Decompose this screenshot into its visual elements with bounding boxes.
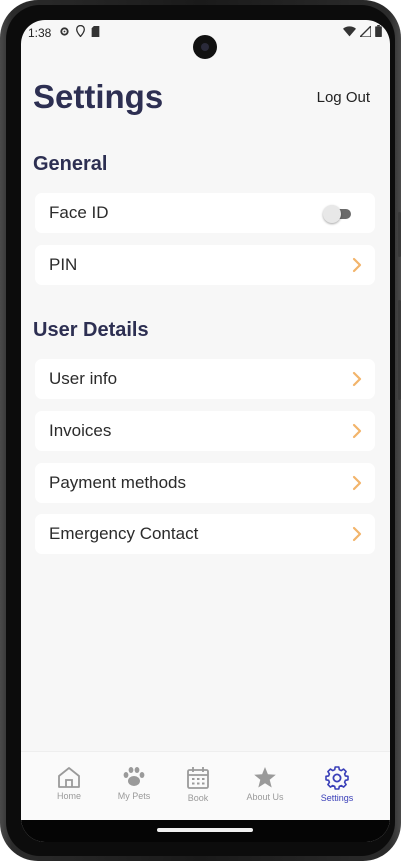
- user-info-row[interactable]: User info: [35, 359, 375, 399]
- tab-about-us-label: About Us: [246, 792, 284, 802]
- front-camera: [193, 35, 217, 59]
- toggle-knob: [323, 205, 341, 223]
- paw-icon: [123, 767, 145, 786]
- chevron-right-icon: [352, 257, 362, 273]
- tab-home-label: Home: [56, 791, 81, 801]
- status-time: 1:38: [28, 26, 52, 40]
- screen: 1:38 Settings Log Out General Face ID PI…: [21, 20, 390, 842]
- system-nav-area: [21, 820, 390, 842]
- section-title-general: General: [33, 153, 108, 175]
- logout-button[interactable]: Log Out: [317, 89, 370, 106]
- tab-home[interactable]: Home: [39, 766, 99, 801]
- face-id-toggle[interactable]: [323, 205, 353, 223]
- tab-book-label: Book: [187, 793, 209, 803]
- emergency-contact-row[interactable]: Emergency Contact: [35, 514, 375, 554]
- user-info-label: User info: [49, 369, 118, 388]
- tab-my-pets[interactable]: My Pets: [104, 766, 164, 801]
- status-icons-left: [59, 25, 100, 37]
- tab-settings-label: Settings: [320, 793, 354, 803]
- gear-icon: [325, 766, 349, 790]
- home-icon: [58, 767, 80, 788]
- pin-row[interactable]: PIN: [35, 245, 375, 285]
- chevron-right-icon: [352, 371, 362, 387]
- chevron-right-icon: [352, 423, 362, 439]
- pin-label: PIN: [49, 255, 78, 274]
- signal-icon: [360, 25, 371, 37]
- tab-settings[interactable]: Settings: [307, 766, 367, 803]
- face-id-row[interactable]: Face ID: [35, 193, 375, 233]
- home-indicator[interactable]: [157, 828, 253, 832]
- tab-about-us[interactable]: About Us: [235, 766, 295, 802]
- location-status-icon: [76, 25, 85, 37]
- chevron-right-icon: [352, 475, 362, 491]
- battery-icon: [375, 25, 382, 37]
- tab-my-pets-label: My Pets: [117, 791, 151, 801]
- phone-frame: 1:38 Settings Log Out General Face ID PI…: [0, 0, 401, 861]
- face-id-label: Face ID: [49, 203, 109, 222]
- payment-methods-label: Payment methods: [49, 473, 187, 492]
- bottom-tab-bar: Home My Pets Book About Us Settings: [21, 751, 390, 821]
- section-title-user-details: User Details: [33, 319, 149, 341]
- calendar-icon: [187, 767, 209, 789]
- invoices-row[interactable]: Invoices: [35, 411, 375, 451]
- star-icon: [254, 767, 276, 788]
- settings-status-icon: [60, 26, 69, 36]
- wifi-icon: [343, 25, 356, 36]
- sim-status-icon: [91, 25, 100, 37]
- emergency-contact-label: Emergency Contact: [49, 524, 199, 543]
- tab-book[interactable]: Book: [168, 766, 228, 803]
- phone-bezel: 1:38 Settings Log Out General Face ID PI…: [6, 5, 395, 856]
- page-title: Settings: [33, 78, 164, 115]
- invoices-label: Invoices: [49, 421, 112, 440]
- payment-methods-row[interactable]: Payment methods: [35, 463, 375, 503]
- status-icons-right: [343, 25, 382, 37]
- status-bar: 1:38: [21, 20, 390, 59]
- chevron-right-icon: [352, 526, 362, 542]
